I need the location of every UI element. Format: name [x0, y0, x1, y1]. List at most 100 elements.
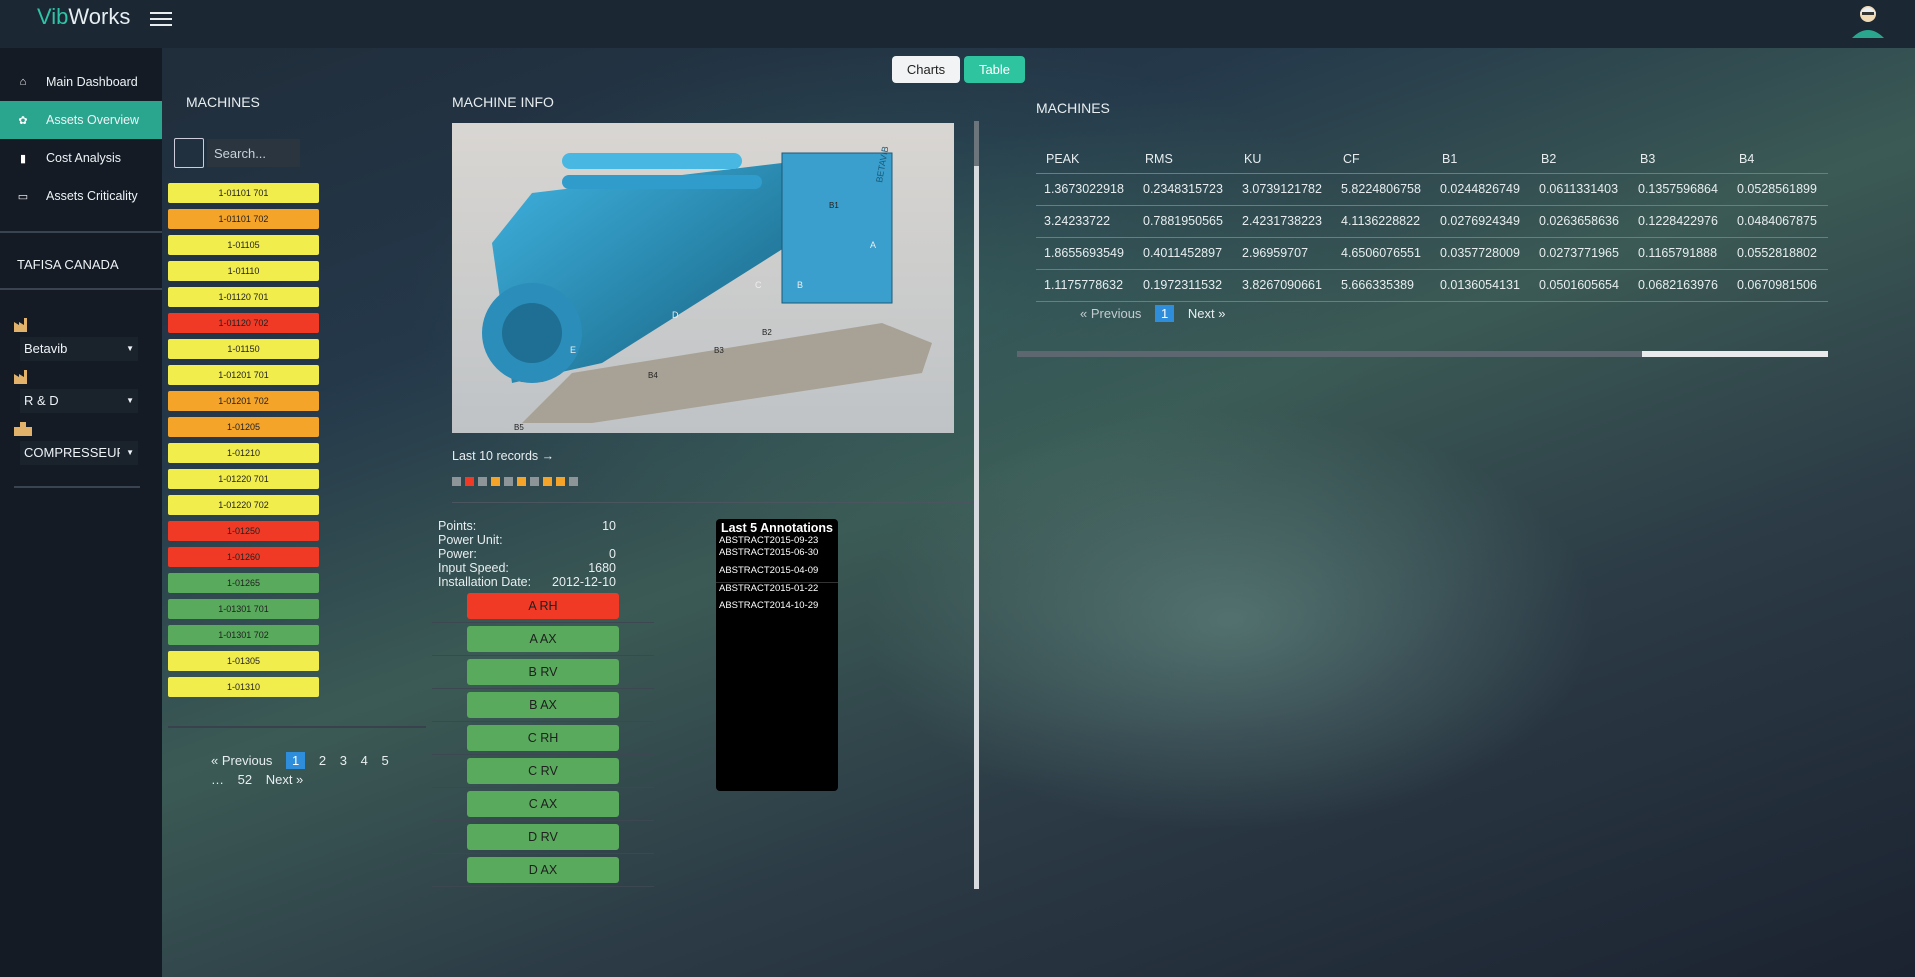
machine-list-item[interactable]: 1-01201 702: [168, 391, 319, 411]
annotation-item[interactable]: ABSTRACT2015-06-30: [716, 547, 838, 558]
machine-list-item[interactable]: 1-01201 701: [168, 365, 319, 385]
machine-list-item[interactable]: 1-01205: [168, 417, 319, 437]
measurement-point-button[interactable]: D AX: [467, 857, 619, 883]
table-toggle-button[interactable]: Table: [964, 56, 1025, 83]
measurement-point-button[interactable]: D RV: [467, 824, 619, 850]
stat-label: Input Speed:: [438, 561, 509, 575]
measurement-point-button[interactable]: C RH: [467, 725, 619, 751]
machine-list-item[interactable]: 1-01301 702: [168, 625, 319, 645]
table-cell: 3.24233722: [1036, 205, 1135, 238]
table-row[interactable]: 3.24233722 0.7881950565 2.4231738223 4.1136…: [1036, 205, 1828, 238]
machine-list-item[interactable]: 1-01265: [168, 573, 319, 593]
machine-info-scrollbar[interactable]: [974, 121, 979, 889]
machine-list-item[interactable]: 1-01220 702: [168, 495, 319, 515]
status-square: [465, 477, 474, 486]
menu-toggle-icon[interactable]: [150, 8, 172, 28]
machine-list-item[interactable]: 1-01101 702: [168, 209, 319, 229]
annotation-item[interactable]: ABSTRACT2015-01-22: [716, 582, 838, 594]
nav-assets-overview[interactable]: ✿ Assets Overview: [0, 101, 162, 139]
pagination-previous[interactable]: « Previous: [1080, 306, 1141, 321]
machine-list-item[interactable]: 1-01305: [168, 651, 319, 671]
pagination-page-active[interactable]: 1: [286, 752, 306, 769]
department-select[interactable]: R & D ▼: [20, 389, 138, 413]
sidebar: ⌂ Main Dashboard ✿ Assets Overview ▮ Cos…: [0, 48, 162, 977]
machine-list: 1-01101 701 1-01101 702 1-01105 1-01110 1-01…: [168, 183, 319, 703]
annotation-item[interactable]: ABSTRACT2015-04-09: [716, 565, 838, 576]
charts-toggle-button[interactable]: Charts: [892, 56, 960, 83]
measurement-point-button[interactable]: C AX: [467, 791, 619, 817]
table-cell: 3.0739121782: [1234, 173, 1333, 206]
table-horizontal-scrollbar-thumb[interactable]: [1017, 351, 1642, 357]
measurement-point-button[interactable]: C RV: [467, 758, 619, 784]
search-checkbox[interactable]: [174, 138, 204, 168]
machines-pagination-row2: … 52 Next »: [211, 772, 313, 787]
image-label-b5: B5: [514, 423, 524, 432]
machines-pagination: « Previous 1 2 3 4 5: [211, 752, 399, 769]
pagination-next[interactable]: Next »: [266, 772, 304, 787]
nav-cost-analysis[interactable]: ▮ Cost Analysis: [0, 139, 162, 177]
table-cell: 2.4231738223: [1234, 205, 1333, 238]
last-records-link[interactable]: Last 10 records →: [452, 449, 554, 463]
measurement-point-list: A RH A AX B RV B AX C RH C RV C AX D RV D AX: [432, 590, 654, 887]
column-header[interactable]: B3: [1630, 146, 1729, 174]
column-header[interactable]: CF: [1333, 146, 1432, 174]
pagination-next[interactable]: Next »: [1188, 306, 1226, 321]
machine-info-scrollbar-thumb[interactable]: [974, 121, 979, 166]
measurement-point-button[interactable]: A RH: [467, 593, 619, 619]
pagination-page[interactable]: 52: [238, 772, 252, 787]
status-square: [504, 477, 513, 486]
app-logo[interactable]: VibWorks: [37, 4, 130, 30]
pagination-ellipsis: …: [211, 772, 224, 787]
measurement-row: A AX: [432, 623, 654, 656]
home-icon: ⌂: [19, 76, 27, 88]
measurement-point-button[interactable]: B RV: [467, 659, 619, 685]
table-cell: 0.0276924349: [1432, 205, 1531, 238]
table-row[interactable]: 1.3673022918 0.2348315723 3.0739121782 5.82…: [1036, 173, 1828, 206]
gear-icon: ✿: [18, 114, 28, 127]
table-row[interactable]: 1.8655693549 0.4011452897 2.96959707 4.6506…: [1036, 237, 1828, 270]
machine-list-item[interactable]: 1-01310: [168, 677, 319, 697]
table-row[interactable]: 1.1175778632 0.1972311532 3.8267090661 5.66…: [1036, 269, 1828, 302]
machine-list-item[interactable]: 1-01110: [168, 261, 319, 281]
annotations-panel: Last 5 Annotations ABSTRACT2015-09-23 AB…: [716, 519, 838, 791]
nav-main-dashboard[interactable]: ⌂ Main Dashboard: [0, 63, 162, 101]
table-cell: 0.0682163976: [1630, 269, 1729, 302]
machine-list-item[interactable]: 1-01210: [168, 443, 319, 463]
measurement-row: C AX: [432, 788, 654, 821]
machine-list-item[interactable]: 1-01250: [168, 521, 319, 541]
column-header[interactable]: KU: [1234, 146, 1333, 174]
column-header[interactable]: PEAK: [1036, 146, 1135, 174]
measurement-point-button[interactable]: A AX: [467, 626, 619, 652]
machine-list-item[interactable]: 1-01150: [168, 339, 319, 359]
machine-list-item[interactable]: 1-01260: [168, 547, 319, 567]
machine-list-item[interactable]: 1-01220 701: [168, 469, 319, 489]
column-header[interactable]: B2: [1531, 146, 1630, 174]
machine-list-item[interactable]: 1-01101 701: [168, 183, 319, 203]
site-select[interactable]: Betavib ▼: [20, 337, 138, 361]
pagination-previous[interactable]: « Previous: [211, 753, 272, 768]
pagination-page-active[interactable]: 1: [1155, 305, 1175, 322]
group-select[interactable]: COMPRESSEUR ▼: [20, 441, 138, 465]
annotation-item[interactable]: ABSTRACT2014-10-29: [716, 600, 838, 611]
machine-list-item[interactable]: 1-01120 702: [168, 313, 319, 333]
status-square: [556, 477, 565, 486]
table-cell: 0.0552818802: [1729, 237, 1828, 270]
stat-label: Power:: [438, 547, 477, 561]
user-avatar[interactable]: [1848, 0, 1888, 40]
pagination-page[interactable]: 4: [361, 753, 368, 768]
column-header[interactable]: B1: [1432, 146, 1531, 174]
divider: [0, 288, 162, 290]
divider: [168, 726, 426, 728]
pagination-page[interactable]: 2: [319, 753, 326, 768]
nav-assets-criticality[interactable]: ▭ Assets Criticality: [0, 177, 162, 215]
column-header[interactable]: B4: [1729, 146, 1828, 174]
pagination-page[interactable]: 5: [381, 753, 388, 768]
machine-list-item[interactable]: 1-01120 701: [168, 287, 319, 307]
annotation-item[interactable]: ABSTRACT2015-09-23: [716, 535, 838, 546]
measurement-point-button[interactable]: B AX: [467, 692, 619, 718]
search-input[interactable]: [207, 139, 300, 167]
machine-list-item[interactable]: 1-01301 701: [168, 599, 319, 619]
machine-list-item[interactable]: 1-01105: [168, 235, 319, 255]
pagination-page[interactable]: 3: [340, 753, 347, 768]
column-header[interactable]: RMS: [1135, 146, 1234, 174]
